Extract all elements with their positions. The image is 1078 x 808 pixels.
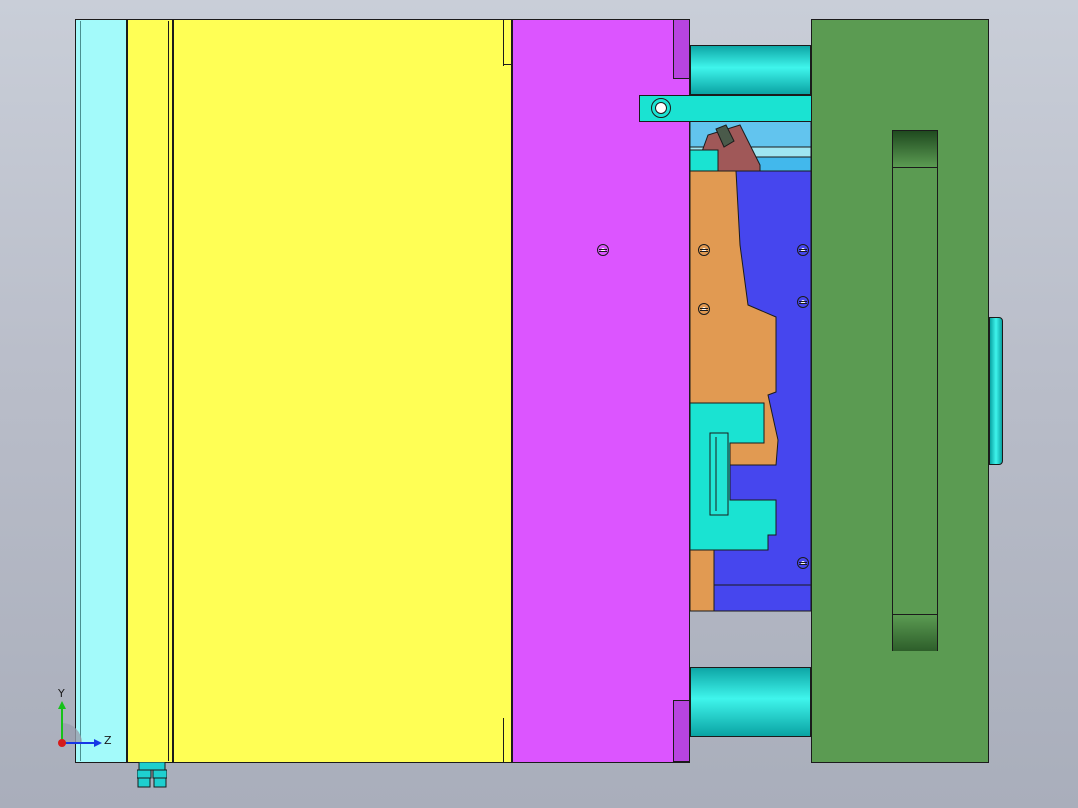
left-clamp-plate-edge — [80, 21, 81, 761]
ejector-slot — [892, 130, 938, 651]
left-clamp-plate[interactable] — [75, 19, 127, 763]
guide-pillar-bottom[interactable] — [690, 667, 811, 737]
magenta-plate-lip-bottom — [673, 700, 690, 762]
yellow-main-plate-step — [503, 20, 504, 66]
magenta-plate-lip-top — [673, 19, 690, 79]
yellow-main-plate-step-lower — [503, 718, 504, 762]
guide-pillar-top[interactable] — [690, 45, 811, 95]
y-axis-label: Y — [58, 687, 65, 700]
ejector-slot-shade-bottom — [893, 614, 937, 651]
magenta-a-plate[interactable] — [512, 19, 690, 763]
yellow-spacer-edge — [168, 21, 169, 761]
z-axis-label: Z — [104, 734, 112, 747]
screw-icon — [597, 244, 609, 256]
yellow-main-plate[interactable] — [173, 19, 512, 763]
hose-connector[interactable] — [136, 761, 168, 788]
yellow-main-plate-notch — [503, 64, 512, 65]
screw-icon — [797, 244, 809, 256]
locating-ring[interactable] — [989, 317, 1003, 465]
bolt-icon — [651, 98, 671, 118]
mold-core-assembly[interactable] — [690, 95, 812, 615]
screw-icon — [698, 303, 710, 315]
screw-icon — [797, 296, 809, 308]
screw-icon — [797, 557, 809, 569]
screw-icon — [698, 244, 710, 256]
yellow-spacer-plate[interactable] — [127, 19, 173, 763]
ejector-slot-shade-top — [893, 131, 937, 168]
orientation-triad[interactable]: Y Z — [50, 685, 120, 755]
cad-viewport[interactable]: Y Z — [0, 0, 1078, 808]
